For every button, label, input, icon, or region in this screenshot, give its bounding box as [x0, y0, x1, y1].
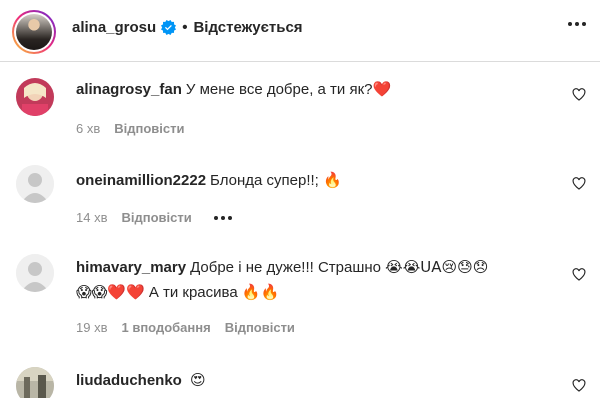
post-header: alina_grosu • Відстежується: [0, 0, 600, 62]
comment-username[interactable]: liudaduchenko: [76, 372, 182, 389]
commenter-avatar[interactable]: [16, 254, 54, 292]
comment-text: Блонда супер!!;: [210, 172, 319, 189]
header-separator: •: [182, 19, 188, 36]
comment-body: liudaduchenko 😍: [76, 368, 206, 393]
comment-username[interactable]: oneinamillion2222: [76, 172, 206, 189]
comment-meta: 19 хв 1 вподобання Відповісти: [76, 320, 309, 335]
heart-outline-icon[interactable]: [572, 379, 586, 392]
comment-body: oneinamillion2222 Блонда супер!!; 🔥: [76, 168, 342, 193]
follow-status-button[interactable]: Відстежується: [193, 19, 302, 36]
reply-button[interactable]: Відповісти: [225, 320, 295, 335]
comment-body: alinagrosy_fan У мене все добре, а ти як?…: [76, 77, 391, 102]
commenter-avatar[interactable]: [16, 165, 54, 203]
comment-meta: 14 хв Відповісти: [76, 210, 246, 225]
comment-meta: 6 хв Відповісти: [76, 121, 199, 136]
reply-button[interactable]: Відповісти: [114, 121, 184, 136]
comment-body: himavary_mary Добре і не дуже!!! Страшно …: [76, 255, 488, 305]
commenter-avatar[interactable]: [16, 367, 54, 398]
emoji-line-1: 😭😭UA😢😓😞: [385, 258, 489, 276]
comment-text: У мене все добре, а ти як?: [185, 81, 373, 98]
verified-badge-icon: [161, 20, 177, 35]
comment-time: 19 хв: [76, 320, 108, 335]
comment-options-icon[interactable]: [213, 215, 232, 220]
comment-username[interactable]: alinagrosy_fan: [76, 81, 182, 98]
emoji-line-2: 😱😱❤️❤️: [76, 283, 145, 301]
likes-count[interactable]: 1 вподобання: [121, 320, 210, 335]
comment-text: Добре і не дуже!!! Страшно: [190, 259, 381, 276]
comment-username[interactable]: himavary_mary: [76, 259, 186, 276]
heart-eyes-emoji: 😍: [190, 371, 206, 389]
comment-time: 6 хв: [76, 121, 101, 136]
more-options-icon[interactable]: [568, 22, 586, 26]
comment-text-line-2: А ти красива: [148, 284, 238, 301]
header-user-info: alina_grosu • Відстежується: [72, 19, 303, 36]
heart-outline-icon[interactable]: [572, 268, 586, 281]
comment-time: 14 хв: [76, 210, 108, 225]
profile-avatar[interactable]: [12, 10, 56, 54]
heart-outline-icon[interactable]: [572, 177, 586, 190]
heart-emoji: ❤️: [372, 80, 392, 98]
header-username[interactable]: alina_grosu: [72, 19, 156, 36]
fire-emoji: 🔥🔥: [241, 283, 280, 301]
commenter-avatar[interactable]: [16, 78, 54, 116]
fire-emoji: 🔥: [323, 171, 342, 189]
heart-outline-icon[interactable]: [572, 88, 586, 101]
reply-button[interactable]: Відповісти: [121, 210, 191, 225]
